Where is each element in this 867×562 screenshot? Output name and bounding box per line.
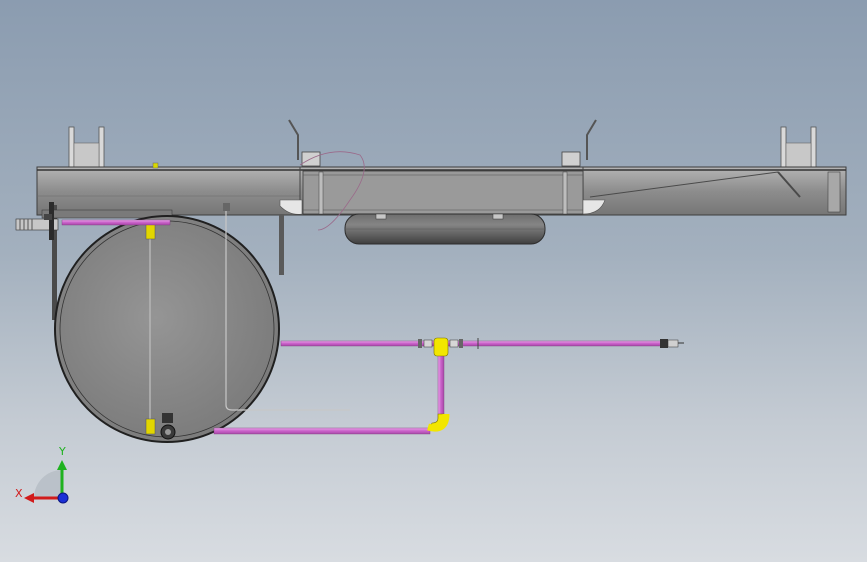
z-axis-dot xyxy=(57,492,69,504)
tee-fitting[interactable] xyxy=(433,337,449,357)
right-bracket[interactable] xyxy=(780,126,817,168)
cad-viewport[interactable]: Y X xyxy=(0,0,867,562)
riser-line[interactable] xyxy=(437,353,445,423)
mid-hook-right[interactable] xyxy=(561,119,597,167)
fuel-line-top[interactable] xyxy=(61,219,171,226)
line-end-connector[interactable] xyxy=(660,339,684,348)
tank-bottom-fitting[interactable] xyxy=(145,418,156,435)
return-line-lower[interactable] xyxy=(213,427,431,435)
vehicle-fuel-system-model[interactable]: Y X xyxy=(0,0,867,562)
supply-line-upper[interactable] xyxy=(280,340,662,347)
elbow-fitting[interactable] xyxy=(427,413,450,432)
inline-coupler-left[interactable] xyxy=(418,339,433,348)
y-axis-label: Y xyxy=(58,445,66,458)
fuel-tank[interactable] xyxy=(54,203,350,443)
orientation-triad[interactable]: Y X xyxy=(15,445,69,504)
x-axis-label: X xyxy=(15,487,23,500)
mid-hook-left[interactable] xyxy=(288,119,321,167)
left-bracket[interactable] xyxy=(68,126,105,168)
air-reservoir[interactable] xyxy=(344,213,546,245)
tank-top-fitting[interactable] xyxy=(145,223,156,240)
